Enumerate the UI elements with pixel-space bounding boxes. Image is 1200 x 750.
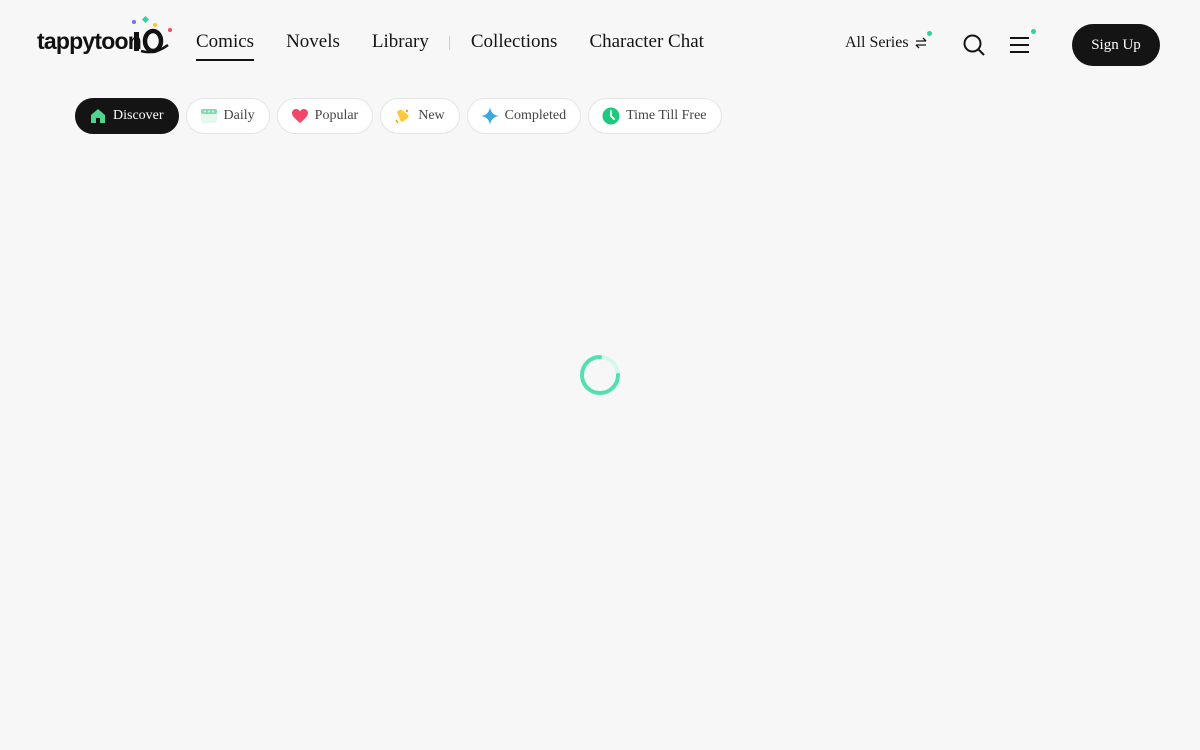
logo-wordmark: tappytoon xyxy=(37,28,142,54)
nav-novels[interactable]: Novels xyxy=(286,30,340,60)
loading-spinner-icon xyxy=(580,355,620,395)
nav-collections[interactable]: Collections xyxy=(471,30,558,60)
tab-label: Daily xyxy=(223,108,255,123)
sparkle-icon xyxy=(480,107,499,125)
header: tappytoon Comics Novels Library Collecti… xyxy=(0,0,1200,88)
confetti-green-diamond xyxy=(141,15,150,24)
tab-daily[interactable]: Daily xyxy=(185,98,270,134)
tab-time-till-free[interactable]: Time Till Free xyxy=(588,98,722,134)
tab-completed[interactable]: Completed xyxy=(466,98,582,134)
nav-divider xyxy=(448,36,450,50)
tab-label: Time Till Free xyxy=(626,108,707,123)
tab-popular[interactable]: Popular xyxy=(276,98,374,134)
confetti-yellow-dot xyxy=(153,23,157,27)
search-button[interactable] xyxy=(962,33,986,57)
tab-discover[interactable]: Discover xyxy=(75,98,179,134)
tappytoon-logo[interactable]: tappytoon xyxy=(37,15,177,60)
bell-icon xyxy=(394,107,412,125)
all-series-button[interactable]: All Series xyxy=(845,31,932,53)
tab-label: Popular xyxy=(314,108,359,123)
confetti-red-dot xyxy=(168,28,172,32)
nav-character-chat[interactable]: Character Chat xyxy=(589,30,703,60)
hamburger-menu-icon xyxy=(1010,37,1029,53)
nav-library[interactable]: Library xyxy=(372,30,429,60)
search-icon xyxy=(963,34,985,56)
all-series-notification-dot xyxy=(926,31,932,36)
all-series-label: All Series xyxy=(845,34,909,51)
menu-button[interactable] xyxy=(1009,29,1036,57)
logo-ten-mark xyxy=(134,28,169,54)
tab-new[interactable]: New xyxy=(380,98,460,134)
clock-icon xyxy=(602,107,620,125)
house-icon xyxy=(89,107,107,125)
main-nav: Comics Novels Library Collections Charac… xyxy=(196,30,736,61)
swap-arrows-icon xyxy=(914,31,932,50)
calendar-icon xyxy=(200,107,218,125)
tab-label: New xyxy=(418,108,445,123)
tab-label: Completed xyxy=(504,108,567,123)
nav-comics[interactable]: Comics xyxy=(196,30,255,61)
heart-icon xyxy=(291,107,309,125)
confetti-purple-dot xyxy=(132,20,136,24)
tab-label: Discover xyxy=(113,108,164,123)
sign-up-button[interactable]: Sign Up xyxy=(1072,24,1160,66)
category-tabs: Discover Daily Popular New Completed Tim… xyxy=(75,98,722,134)
menu-notification-dot xyxy=(1031,29,1036,34)
